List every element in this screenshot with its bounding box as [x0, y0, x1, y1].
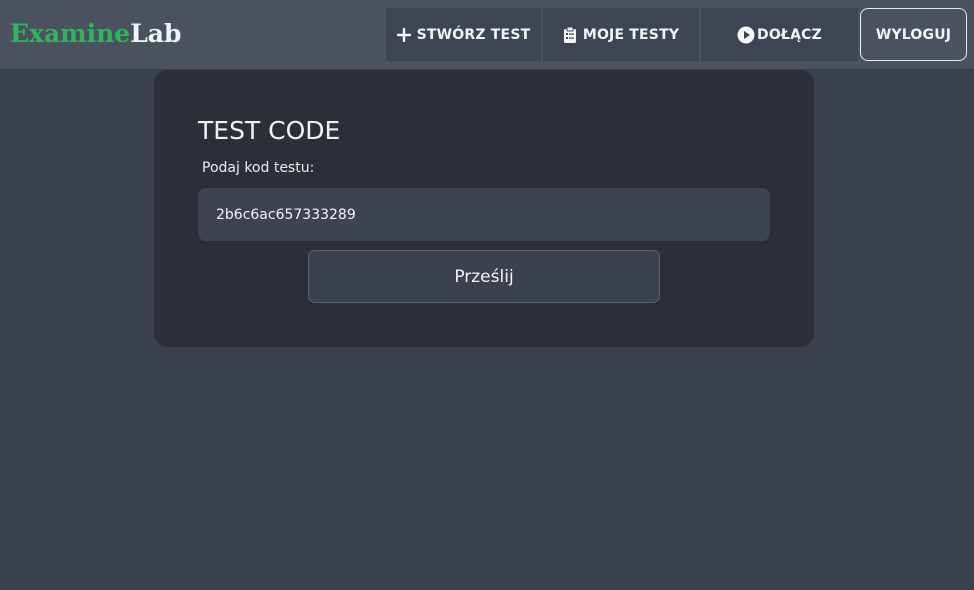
test-code-card: TEST CODE Podaj kod testu: Prześlij — [154, 70, 814, 347]
join-label: DOŁĄCZ — [757, 26, 822, 43]
brand-part-examine: Examine — [10, 19, 131, 48]
brand-part-lab: Lab — [130, 19, 182, 48]
create-test-button[interactable]: STWÓRZ TEST — [386, 8, 541, 61]
join-button[interactable]: DOŁĄCZ — [701, 8, 858, 61]
test-code-input[interactable] — [198, 188, 770, 241]
navbar: ExamineLab STWÓRZ TEST MOJE TESTY DOŁĄCZ… — [0, 0, 974, 69]
my-tests-label: MOJE TESTY — [582, 26, 680, 43]
create-test-label: STWÓRZ TEST — [416, 26, 531, 43]
brand-logo[interactable]: ExamineLab — [10, 18, 181, 50]
submit-button[interactable]: Prześlij — [308, 250, 660, 303]
play-circle-icon — [737, 26, 755, 44]
logout-label: WYLOGUJ — [875, 26, 952, 43]
clipboard-icon — [563, 26, 577, 44]
code-field-label: Podaj kod testu: — [202, 160, 315, 176]
plus-icon — [396, 27, 411, 42]
card-title: TEST CODE — [198, 116, 341, 145]
my-tests-button[interactable]: MOJE TESTY — [543, 8, 699, 61]
submit-label: Prześlij — [454, 266, 514, 287]
logout-button[interactable]: WYLOGUJ — [860, 8, 967, 61]
